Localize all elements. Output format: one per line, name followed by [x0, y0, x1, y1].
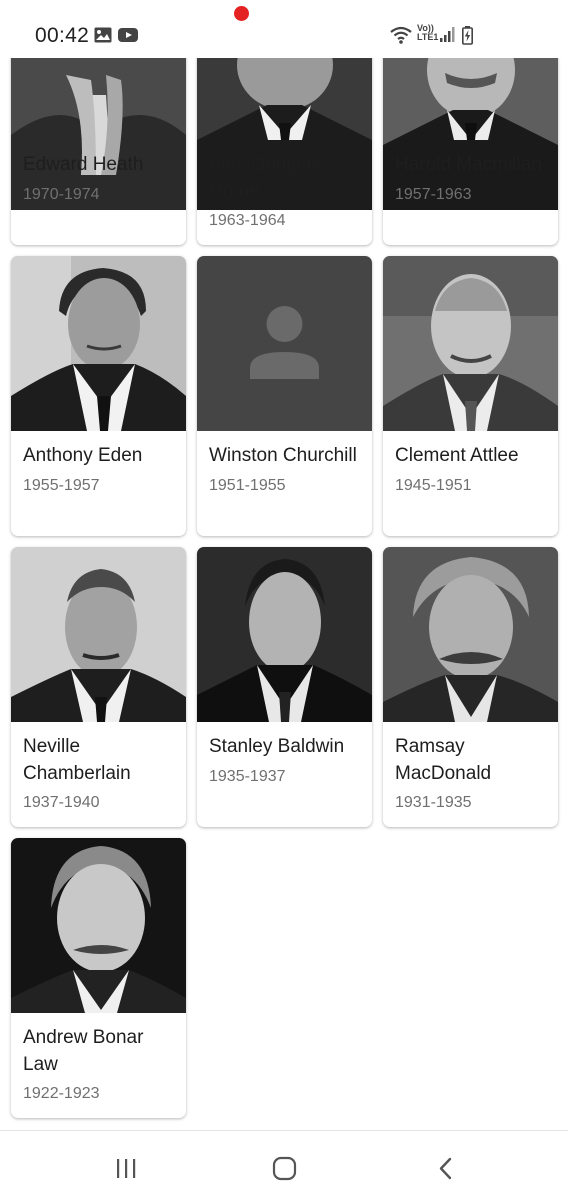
status-bar: 00:42 Vo)) LTE1 — [0, 0, 568, 58]
status-time: 00:42 — [35, 24, 90, 47]
pm-card[interactable]: Andrew Bonar Law 1922-1923 — [11, 838, 186, 1118]
pm-card[interactable]: Edward Heath 1970-1974 — [11, 35, 186, 245]
pm-name: Andrew Bonar Law — [23, 1027, 144, 1075]
recent-apps-icon — [117, 1159, 136, 1178]
pm-term-years: 1955-1957 — [23, 477, 100, 494]
home-button[interactable] — [244, 1131, 324, 1200]
screen: Edward Heath 1970-1974 Alec Douglas-Home… — [0, 0, 568, 1200]
gallery-notification-icon — [94, 27, 112, 48]
volte-label-bottom: LTE1 — [417, 32, 439, 42]
placeholder-person-icon — [197, 256, 372, 431]
back-icon — [439, 1157, 452, 1180]
portrait-photo — [197, 547, 372, 722]
pm-card[interactable]: Ramsay MacDonald 1931-1935 — [383, 547, 558, 827]
wifi-icon — [389, 25, 413, 50]
pm-term-years: 1945-1951 — [395, 477, 472, 494]
portrait-photo — [383, 35, 558, 210]
back-button[interactable] — [404, 1131, 484, 1200]
portrait-photo — [11, 547, 186, 722]
pm-name: Clement Attlee — [395, 445, 519, 466]
pm-card[interactable]: Anthony Eden 1955-1957 — [11, 256, 186, 536]
pm-card[interactable]: Alec Douglas-Home 1963-1964 — [197, 35, 372, 245]
home-icon — [272, 1156, 297, 1181]
signal-icon — [440, 27, 456, 48]
portrait-photo — [11, 838, 186, 1013]
pm-name: Alec Douglas-Home — [209, 154, 328, 202]
pm-card[interactable]: Winston Churchill 1951-1955 — [197, 256, 372, 536]
pm-term-years: 1957-1963 — [395, 186, 472, 203]
recent-apps-button[interactable] — [86, 1131, 166, 1200]
prime-minister-grid[interactable]: Edward Heath 1970-1974 Alec Douglas-Home… — [0, 0, 568, 1130]
pm-term-years: 1963-1964 — [209, 212, 286, 229]
pm-card[interactable]: Harold Macmillan 1957-1963 — [383, 35, 558, 245]
navigation-bar — [0, 1130, 568, 1200]
pm-name: Ramsay MacDonald — [395, 736, 492, 784]
pm-name: Anthony Eden — [23, 445, 143, 466]
youtube-notification-icon — [118, 27, 138, 48]
portrait-photo — [11, 256, 186, 431]
portrait-photo — [383, 256, 558, 431]
pm-term-years: 1931-1935 — [395, 794, 472, 811]
pm-card[interactable]: Neville Chamberlain 1937-1940 — [11, 547, 186, 827]
pm-name: Winston Churchill — [209, 445, 357, 466]
pm-name: Edward Heath — [23, 154, 144, 175]
volte-label: Vo)) LTE1 — [417, 24, 438, 42]
pm-term-years: 1970-1974 — [23, 186, 100, 203]
recording-indicator-icon — [234, 6, 249, 21]
pm-name: Harold Macmillan — [395, 154, 542, 175]
pm-card[interactable]: Clement Attlee 1945-1951 — [383, 256, 558, 536]
pm-name: Neville Chamberlain — [23, 736, 131, 784]
pm-name: Stanley Baldwin — [209, 736, 345, 757]
battery-charging-icon — [462, 26, 473, 50]
pm-term-years: 1922-1923 — [23, 1085, 100, 1102]
pm-term-years: 1951-1955 — [209, 477, 286, 494]
portrait-photo — [11, 35, 186, 210]
pm-term-years: 1937-1940 — [23, 794, 100, 811]
pm-term-years: 1935-1937 — [209, 768, 286, 785]
portrait-photo — [383, 547, 558, 722]
pm-card[interactable]: Stanley Baldwin 1935-1937 — [197, 547, 372, 827]
